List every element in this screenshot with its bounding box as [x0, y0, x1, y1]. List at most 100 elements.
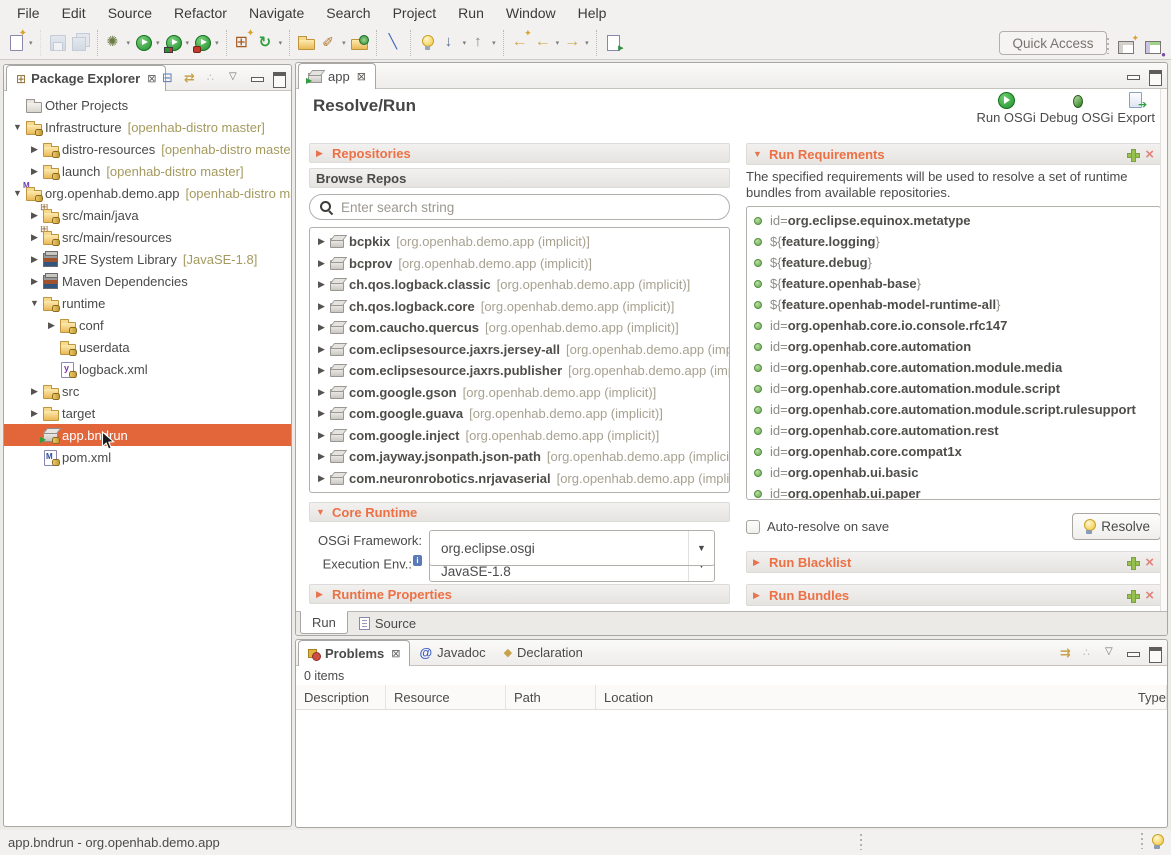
column-header[interactable]: Type [1130, 685, 1167, 709]
debug-osgi-button[interactable]: Debug OSGi [1038, 92, 1116, 125]
toolbar-grip[interactable] [1107, 38, 1109, 54]
dropdown-arrow-icon[interactable]: ▾ [463, 39, 467, 47]
repo-list-item[interactable]: ▶ com.neuronrobotics.nrjavaserial [org.o… [310, 468, 729, 490]
collapse-all-icon[interactable] [161, 70, 176, 85]
remove-requirement-icon[interactable]: × [1145, 148, 1154, 161]
requirement-item[interactable]: id= org.openhab.ui.paper [747, 483, 1160, 500]
view-menu-icon[interactable] [227, 70, 242, 85]
filter-icon[interactable] [1059, 645, 1074, 660]
pin-editor-button[interactable]: ▾ [596, 30, 625, 56]
link-with-editor-icon[interactable] [183, 70, 198, 85]
save-button[interactable]: ▾ [40, 30, 69, 56]
expand-arrow-icon[interactable]: ▶ [27, 386, 42, 397]
lightbulb-button[interactable]: ▾ [410, 30, 439, 56]
repo-list-item[interactable]: ▶ com.eclipsesource.jaxrs.publisher [org… [310, 360, 729, 382]
coverage-button[interactable]: ▾ [162, 30, 192, 56]
repo-list-item[interactable]: ▶ bcpkix [org.openhab.demo.app (implicit… [310, 231, 729, 253]
tree-item[interactable]: ▶ src [4, 380, 291, 402]
tree-item[interactable]: ▼ Infrastructure [openhab-distro master] [4, 116, 291, 138]
notification-lightbulb-icon[interactable] [1151, 834, 1163, 849]
tree-item[interactable]: ▼ runtime [4, 292, 291, 314]
tree-item[interactable]: logback.xml [4, 358, 291, 380]
export-button[interactable]: Export [1115, 92, 1157, 125]
java-perspective-button[interactable] [1142, 33, 1165, 59]
repo-list-item[interactable]: ▶ com.eclipsesource.jaxrs.jersey-all [or… [310, 339, 729, 361]
tab-declaration[interactable]: ◆ Declaration [495, 640, 592, 665]
profile-button[interactable]: ▾ [191, 30, 221, 56]
open-project-button[interactable]: ▾ [348, 30, 371, 56]
osgi-framework-combo[interactable]: org.eclipse.osgi ▼ [429, 530, 715, 566]
tab-package-explorer[interactable]: ⊞ Package Explorer ⊠ [6, 65, 166, 91]
mark-occurrences-button[interactable]: ▾ [376, 30, 405, 56]
menu-item[interactable]: File [6, 1, 51, 25]
expand-arrow-icon[interactable]: ▼ [27, 298, 42, 308]
dropdown-arrow-icon[interactable]: ▾ [29, 39, 33, 47]
maximize-icon[interactable] [1147, 645, 1162, 660]
close-icon[interactable]: ⊠ [147, 72, 156, 85]
requirement-item[interactable]: ${ feature.logging } [747, 231, 1160, 252]
repo-list-item[interactable]: ▶ com.google.guava [org.openhab.demo.app… [310, 403, 729, 425]
forward-button[interactable]: ▾ [561, 30, 591, 56]
menu-item[interactable]: Project [382, 1, 448, 25]
menu-item[interactable]: Window [495, 1, 567, 25]
previous-annotation-button[interactable]: ▾ [468, 30, 498, 56]
menu-item[interactable]: Run [447, 1, 495, 25]
minimize-icon[interactable] [249, 70, 264, 85]
search-input[interactable] [341, 200, 719, 215]
tree-item[interactable]: ▶ conf [4, 314, 291, 336]
column-header[interactable]: Description [296, 685, 386, 709]
combo-arrow-icon[interactable]: ▼ [688, 531, 714, 565]
expand-arrow-icon[interactable]: ▶ [27, 276, 42, 287]
requirement-item[interactable]: id= org.openhab.ui.basic [747, 462, 1160, 483]
expand-arrow-icon[interactable]: ▶ [315, 430, 328, 441]
expand-arrow-icon[interactable]: ▶ [315, 408, 328, 419]
repo-search-box[interactable] [309, 194, 730, 220]
expand-arrow-icon[interactable]: ▶ [315, 473, 328, 484]
expand-arrow-icon[interactable]: ▼ [10, 122, 25, 132]
chevron-down-icon[interactable]: ▼ [316, 507, 326, 517]
requirement-item[interactable]: ${ feature.openhab-model-runtime-all } [747, 294, 1160, 315]
expand-arrow-icon[interactable]: ▶ [315, 258, 328, 269]
repo-list-item[interactable]: ▶ com.caucho.quercus [org.openhab.demo.a… [310, 317, 729, 339]
expand-arrow-icon[interactable]: ▶ [315, 451, 328, 462]
menu-item[interactable]: Refactor [163, 1, 238, 25]
open-resource-button[interactable]: ▾ [289, 30, 318, 56]
requirement-item[interactable]: id= org.openhab.core.automation [747, 336, 1160, 357]
chevron-right-icon[interactable]: ▶ [753, 590, 763, 601]
menu-item[interactable]: Edit [51, 1, 97, 25]
status-grip[interactable] [1141, 833, 1143, 849]
add-requirement-icon[interactable] [1126, 148, 1139, 161]
menu-item[interactable]: Source [97, 1, 163, 25]
tree-item[interactable]: ▶ JRE System Library [JavaSE-1.8] [4, 248, 291, 270]
expand-arrow-icon[interactable]: ▶ [27, 254, 42, 265]
section-run-bundles[interactable]: ▶ Run Bundles × [746, 584, 1161, 606]
new-wizard-button[interactable]: ▾ [5, 30, 35, 56]
debug-button[interactable]: ▾ [97, 30, 133, 56]
tree-item[interactable]: Other Projects [4, 94, 291, 116]
tree-item[interactable]: pom.xml [4, 446, 291, 468]
repo-list-item[interactable]: ▶ com.google.gson [org.openhab.demo.app … [310, 382, 729, 404]
section-runtime-properties[interactable]: ▶ Runtime Properties [309, 584, 730, 604]
chevron-down-icon[interactable]: ▼ [753, 149, 763, 159]
dropdown-arrow-icon[interactable]: ▾ [585, 39, 589, 47]
chevron-right-icon[interactable]: ▶ [753, 557, 763, 568]
chevron-right-icon[interactable]: ▶ [316, 589, 326, 600]
quick-access-button[interactable]: Quick Access [999, 31, 1107, 55]
form-scrollbar[interactable] [1160, 89, 1167, 611]
status-grip[interactable] [860, 834, 862, 850]
resolve-button[interactable]: Resolve [1072, 513, 1161, 540]
save-all-button[interactable]: ▾ [69, 30, 92, 56]
tree-item[interactable]: ▶ src/main/java [4, 204, 291, 226]
requirement-item[interactable]: id= org.openhab.core.io.console.rfc147 [747, 315, 1160, 336]
remove-blacklist-icon[interactable]: × [1145, 556, 1154, 569]
remove-bundle-icon[interactable]: × [1145, 589, 1154, 602]
expand-arrow-icon[interactable]: ▶ [27, 144, 42, 155]
tree-item[interactable]: ▼ org.openhab.demo.app [openhab-distro m… [4, 182, 291, 204]
close-icon[interactable]: ⊠ [391, 647, 400, 660]
release-workspace-button[interactable]: ▾ [255, 30, 285, 56]
repo-list-item[interactable]: ▶ ch.qos.logback.core [org.openhab.demo.… [310, 296, 729, 318]
dropdown-arrow-icon[interactable]: ▾ [556, 39, 560, 47]
tree-item[interactable]: ▶ Maven Dependencies [4, 270, 291, 292]
dropdown-arrow-icon[interactable]: ▾ [215, 39, 219, 47]
section-run-requirements[interactable]: ▼ Run Requirements × [746, 143, 1161, 165]
